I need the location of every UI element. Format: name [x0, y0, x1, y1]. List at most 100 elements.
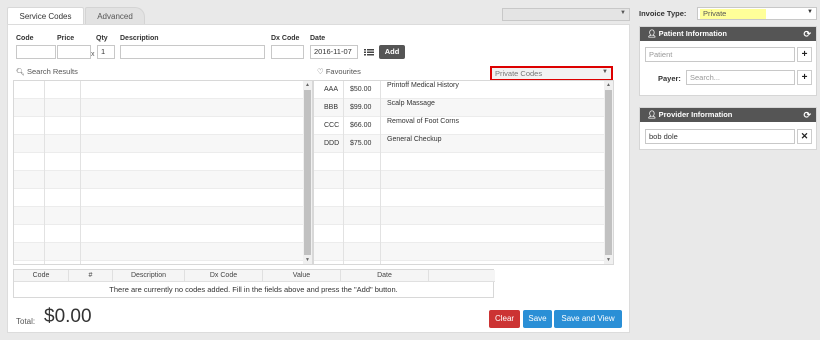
search-results-header: 🔍︎ Search Results: [16, 67, 78, 76]
invoice-type-select[interactable]: Private ▼: [697, 7, 817, 20]
table-row: [14, 243, 312, 261]
column-header: #: [69, 270, 113, 282]
provider-information-title: Provider Information: [658, 110, 733, 119]
heart-icon: ♡: [317, 67, 324, 76]
fav-code: AAA: [324, 86, 339, 93]
table-row: [14, 207, 312, 225]
dx-code-input[interactable]: [271, 45, 304, 59]
fav-description: General Checkup: [387, 136, 442, 143]
favourites-filter-value: Private Codes: [495, 69, 543, 78]
table-row: [14, 81, 312, 99]
scroll-thumb[interactable]: [304, 90, 311, 255]
column-header: Date: [341, 270, 429, 282]
add-patient-icon[interactable]: +: [797, 47, 812, 62]
table-row: [14, 225, 312, 243]
scroll-up-icon[interactable]: ▲: [303, 81, 312, 89]
patient-information-title: Patient Information: [658, 29, 727, 38]
qty-input[interactable]: 1: [97, 45, 115, 59]
chevron-down-icon: ▼: [807, 9, 813, 15]
patient-information-panel: 👤︎ Patient Information ⟳ Patient + Payer…: [639, 26, 817, 96]
code-input[interactable]: [16, 45, 56, 59]
description-label: Description: [120, 35, 159, 42]
refresh-icon[interactable]: ⟳: [803, 108, 811, 122]
remove-provider-icon[interactable]: ✕: [797, 129, 812, 144]
table-row: [14, 99, 312, 117]
fav-code: DDD: [324, 140, 340, 147]
add-button[interactable]: Add: [379, 45, 405, 59]
date-label: Date: [310, 35, 326, 42]
tab-advanced[interactable]: Advanced: [85, 7, 145, 25]
fav-code: BBB: [324, 104, 339, 111]
scroll-down-icon[interactable]: ▼: [604, 256, 613, 264]
fav-price: $75.00: [350, 140, 372, 147]
user-icon: 👤︎: [647, 29, 657, 38]
scroll-thumb[interactable]: [605, 90, 612, 255]
fav-price: $50.00: [350, 86, 372, 93]
column-header: Description: [113, 270, 185, 282]
dx-code-label: Dx Code: [271, 35, 300, 42]
save-and-view-button[interactable]: Save and View: [554, 310, 622, 328]
date-input[interactable]: 2016-11-07: [310, 45, 358, 59]
fav-price: $99.00: [350, 104, 372, 111]
save-button[interactable]: Save: [523, 310, 552, 328]
add-payer-icon[interactable]: +: [797, 70, 812, 85]
tab-service-codes[interactable]: Service Codes: [7, 7, 84, 25]
table-row: [314, 207, 613, 225]
refresh-icon[interactable]: ⟳: [803, 27, 811, 41]
fav-description: Removal of Foot Corns: [387, 118, 459, 125]
patient-input[interactable]: Patient: [645, 47, 795, 62]
provider-information-panel: 👤︎ Provider Information ⟳ bob dole ✕: [639, 107, 817, 150]
scroll-down-icon[interactable]: ▼: [303, 256, 312, 264]
search-icon: 🔍︎: [16, 69, 25, 76]
table-row: [14, 117, 312, 135]
clear-button[interactable]: Clear: [489, 310, 520, 328]
scroll-up-icon[interactable]: ▲: [604, 81, 613, 89]
table-row: [314, 189, 613, 207]
favourites-scrollbar[interactable]: ▲ ▼: [604, 81, 613, 264]
fav-description: Scalp Massage: [387, 100, 435, 107]
price-input[interactable]: [57, 45, 91, 59]
price-label: Price: [57, 35, 75, 42]
table-row: [314, 243, 613, 261]
table-row: [14, 171, 312, 189]
favourites-label: Favourites: [325, 67, 361, 76]
fav-price: $66.00: [350, 122, 372, 129]
codes-table-header: Code # Description Dx Code Value Date: [14, 270, 495, 282]
qty-label: Qty: [96, 35, 108, 42]
user-icon: 👤︎: [647, 110, 657, 119]
payer-search-input[interactable]: Search...: [686, 70, 795, 85]
service-codes-panel: Code Price Qty Description Dx Code Date …: [7, 24, 630, 333]
description-input[interactable]: [120, 45, 265, 59]
search-results-scrollbar[interactable]: ▲ ▼: [303, 81, 312, 264]
list-icon[interactable]: [363, 45, 375, 59]
code-label: Code: [16, 35, 34, 42]
favourites-grid: AAA $50.00 Printoff Medical History BBB …: [313, 80, 614, 265]
fav-description: Printoff Medical History: [387, 82, 459, 89]
invoice-type-label: Invoice Type:: [639, 9, 687, 18]
provider-input[interactable]: bob dole: [645, 129, 795, 144]
patient-information-header: 👤︎ Patient Information ⟳: [640, 27, 816, 41]
table-row: [14, 189, 312, 207]
chevron-down-icon: ▼: [620, 10, 626, 16]
table-row: [314, 153, 613, 171]
codes-table: Code # Description Dx Code Value Date Th…: [13, 269, 495, 298]
multiply-sign: x: [91, 51, 95, 58]
column-header: Value: [263, 270, 341, 282]
table-row: [14, 153, 312, 171]
favourites-header: ♡ Favourites: [317, 67, 361, 76]
codes-empty-message: There are currently no codes added. Fill…: [109, 285, 398, 294]
total-label: Total:: [16, 317, 36, 326]
table-row: [14, 135, 312, 153]
invoice-type-value: Private: [700, 9, 766, 19]
payer-label: Payer:: [658, 74, 681, 83]
table-row: [314, 225, 613, 243]
column-header: Dx Code: [185, 270, 263, 282]
fav-code: CCC: [324, 122, 340, 129]
favourites-filter-dropdown[interactable]: Private Codes ▼: [490, 66, 613, 81]
table-row: [314, 171, 613, 189]
search-results-grid: ▲ ▼: [13, 80, 313, 265]
top-dropdown[interactable]: ▼: [502, 8, 630, 21]
total-value: $0.00: [44, 306, 92, 327]
provider-information-header: 👤︎ Provider Information ⟳: [640, 108, 816, 122]
search-results-label: Search Results: [26, 67, 78, 76]
